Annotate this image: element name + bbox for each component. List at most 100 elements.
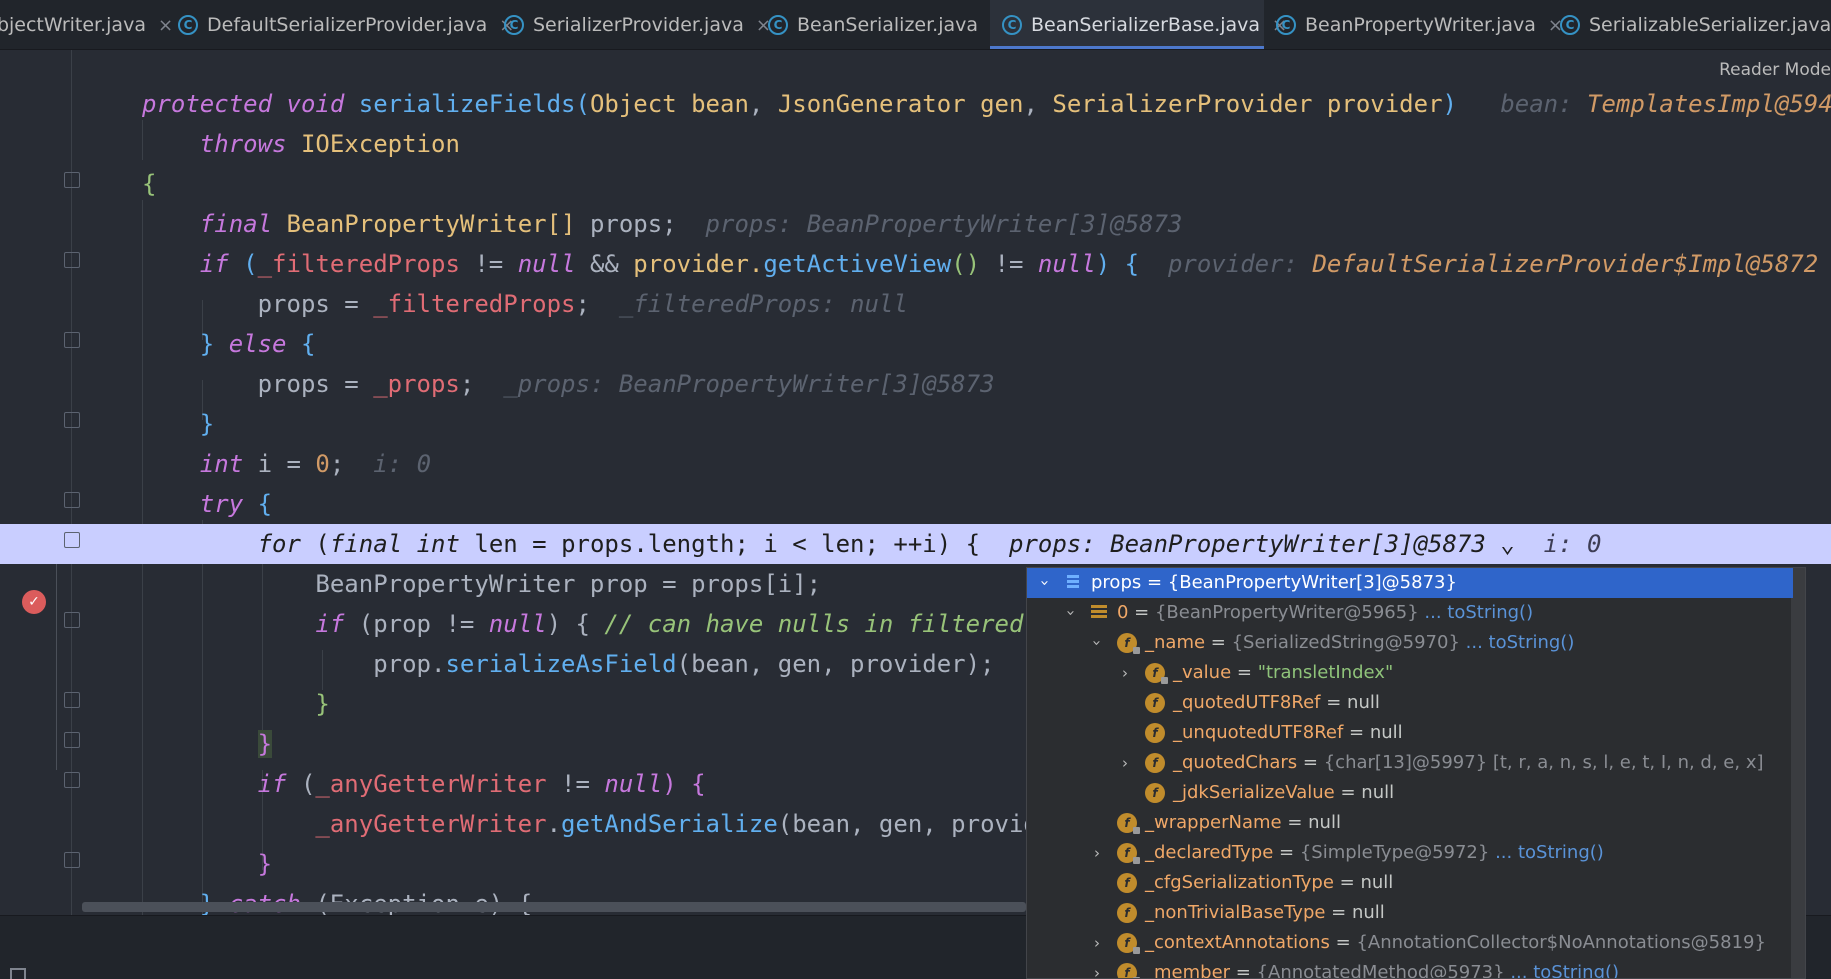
operator: && bbox=[575, 250, 634, 278]
brace: { bbox=[286, 330, 316, 358]
tab-label: SerializableSerializer.java bbox=[1589, 14, 1831, 36]
to-string-link[interactable]: ... toString() bbox=[1419, 602, 1533, 623]
param: gen bbox=[980, 90, 1024, 118]
tree-row-declared-type[interactable]: › f _declaredType = {SimpleType@5972} ..… bbox=[1027, 838, 1793, 868]
fold-marker-icon[interactable] bbox=[64, 172, 80, 188]
brace: } bbox=[315, 690, 330, 718]
array-element-icon bbox=[1091, 605, 1107, 621]
tree-row-context-annotations[interactable]: › f _contextAnnotations = {AnnotationCol… bbox=[1027, 928, 1793, 958]
field-icon: f bbox=[1117, 633, 1140, 654]
tab-object-writer[interactable]: ObjectWriter.java × bbox=[0, 0, 173, 49]
brace: { bbox=[142, 170, 157, 198]
fold-marker-icon[interactable] bbox=[64, 332, 80, 348]
tab-label: DefaultSerializerProvider.java bbox=[207, 14, 488, 36]
tree-row-name[interactable]: › f _name = {SerializedString@5970} ... … bbox=[1027, 628, 1793, 658]
code-line[interactable]: final BeanPropertyWriter[] props; props:… bbox=[0, 204, 1831, 244]
code-line[interactable]: if (_filteredProps != null && provider.g… bbox=[0, 244, 1831, 284]
tree-row-wrapper-name[interactable]: f _wrapperName = null bbox=[1027, 808, 1793, 838]
java-class-icon: C bbox=[178, 15, 198, 35]
tab-bean-serializer[interactable]: C BeanSerializer.java × bbox=[768, 0, 1005, 49]
fold-marker-icon[interactable] bbox=[64, 732, 80, 748]
tree-row-quoted-utf8-ref[interactable]: f _quotedUTF8Ref = null bbox=[1027, 688, 1793, 718]
code-line[interactable]: } else { bbox=[0, 324, 1831, 364]
type: SerializerProvider bbox=[1052, 90, 1313, 118]
inline-debug-value[interactable]: props: BeanPropertyWriter[3]@5873 bbox=[1009, 530, 1486, 558]
chevron-down-icon[interactable]: › bbox=[1082, 635, 1112, 651]
popup-scrollbar[interactable] bbox=[1791, 568, 1805, 978]
variable-value: {char[13]@5997} [t, r, a, n, s, l, e, t,… bbox=[1323, 752, 1764, 773]
tab-serializer-provider[interactable]: C SerializerProvider.java × bbox=[504, 0, 771, 49]
field-icon: f bbox=[1117, 843, 1140, 864]
type: IOException bbox=[300, 130, 460, 158]
code-line[interactable]: int i = 0; i: 0 bbox=[0, 444, 1831, 484]
tree-row-index-0[interactable]: › 0 = {BeanPropertyWriter@5965} ... toSt… bbox=[1027, 598, 1793, 628]
current-execution-line[interactable]: for (final int len = props.length; i < l… bbox=[0, 524, 1831, 564]
inline-debug-value[interactable]: DefaultSerializerProvider$Impl@5872 bbox=[1312, 250, 1818, 278]
fold-marker-icon[interactable] bbox=[64, 412, 80, 428]
inline-debug-hint: props: BeanPropertyWriter[3]@5873 bbox=[705, 210, 1183, 238]
chevron-down-icon[interactable]: › bbox=[1056, 605, 1086, 621]
chevron-right-icon[interactable]: › bbox=[1089, 928, 1105, 958]
variable-name: _member bbox=[1145, 962, 1231, 979]
keyword: null bbox=[604, 770, 663, 798]
fold-marker-icon[interactable] bbox=[64, 252, 80, 268]
field-icon: f bbox=[1117, 873, 1137, 893]
code-line[interactable]: props = _props; _props: BeanPropertyWrit… bbox=[0, 364, 1831, 404]
code-line[interactable]: } bbox=[0, 404, 1831, 444]
close-icon[interactable]: × bbox=[158, 15, 173, 36]
tree-row-non-trivial-base-type[interactable]: f _nonTrivialBaseType = null bbox=[1027, 898, 1793, 928]
field-icon: f bbox=[1145, 783, 1165, 803]
code-line[interactable]: throws IOException bbox=[0, 124, 1831, 164]
to-string-link[interactable]: ... toString() bbox=[1460, 632, 1575, 653]
debugger-value-popup[interactable]: › props = {BeanPropertyWriter[3]@5873} ›… bbox=[1026, 567, 1806, 979]
breakpoint-icon[interactable]: ✓ bbox=[22, 590, 46, 614]
tab-bean-serializer-base[interactable]: C BeanSerializerBase.java × bbox=[990, 0, 1287, 49]
variable-value: null bbox=[1347, 692, 1380, 713]
tab-bean-property-writer[interactable]: C BeanPropertyWriter.java × bbox=[1276, 0, 1563, 49]
tree-row-member[interactable]: › f _member = {AnnotatedMethod@5973} ...… bbox=[1027, 958, 1793, 979]
brace: } bbox=[257, 730, 273, 758]
variable-value: {AnnotationCollector$NoAnnotations@5819} bbox=[1356, 932, 1766, 953]
param: bean bbox=[691, 90, 749, 118]
to-string-link[interactable]: ... toString() bbox=[1505, 962, 1619, 978]
fold-marker-icon[interactable] bbox=[64, 692, 80, 708]
type: Object bbox=[589, 90, 677, 118]
tree-row-cfg-serialization-type[interactable]: f _cfgSerializationType = null bbox=[1027, 868, 1793, 898]
chevron-down-icon[interactable]: › bbox=[1030, 575, 1060, 591]
horizontal-scrollbar[interactable] bbox=[82, 902, 1026, 912]
fold-marker-icon[interactable] bbox=[64, 532, 80, 548]
tree-row-unquoted-utf8-ref[interactable]: f _unquotedUTF8Ref = null bbox=[1027, 718, 1793, 748]
tree-row-value[interactable]: › f _value = "transletIndex" bbox=[1027, 658, 1793, 688]
to-string-link[interactable]: ... toString() bbox=[1489, 842, 1604, 863]
statement: BeanPropertyWriter prop = props[i]; bbox=[315, 570, 822, 598]
chevron-right-icon[interactable]: › bbox=[1089, 958, 1105, 978]
inline-debug-hint: i: 0 bbox=[373, 450, 432, 478]
variable-name: _jdkSerializeValue bbox=[1173, 782, 1335, 803]
code-line[interactable]: { bbox=[0, 164, 1831, 204]
tree-row-jdk-serialize-value[interactable]: f _jdkSerializeValue = null bbox=[1027, 778, 1793, 808]
code-line[interactable]: protected void serializeFields(Object be… bbox=[0, 84, 1831, 124]
tree-row-props[interactable]: › props = {BeanPropertyWriter[3]@5873} bbox=[1027, 568, 1793, 598]
tab-serializable-serializer[interactable]: C SerializableSerializer.java × bbox=[1560, 0, 1831, 49]
fold-marker-icon[interactable] bbox=[64, 492, 80, 508]
variable-name: _nonTrivialBaseType bbox=[1145, 902, 1326, 923]
tree-row-quoted-chars[interactable]: › f _quotedChars = {char[13]@5997} [t, r… bbox=[1027, 748, 1793, 778]
chevron-right-icon[interactable]: › bbox=[1117, 748, 1133, 778]
chevron-right-icon[interactable]: › bbox=[1089, 838, 1105, 868]
reader-mode-button[interactable]: Reader Mode bbox=[1711, 60, 1831, 80]
inline-debug-hint: _filteredProps: null bbox=[618, 290, 908, 318]
tool-window-icon[interactable] bbox=[10, 968, 26, 979]
chevron-right-icon[interactable]: › bbox=[1117, 658, 1133, 688]
code-line[interactable]: props = _filteredProps; _filteredProps: … bbox=[0, 284, 1831, 324]
fold-marker-icon[interactable] bbox=[64, 852, 80, 868]
fold-marker-icon[interactable] bbox=[64, 772, 80, 788]
tab-label: BeanSerializerBase.java bbox=[1031, 14, 1261, 36]
fold-marker-icon[interactable] bbox=[64, 612, 80, 628]
field-icon: f bbox=[1117, 903, 1137, 923]
operator: != bbox=[546, 770, 605, 798]
tab-default-serializer-provider[interactable]: C DefaultSerializerProvider.java × bbox=[178, 0, 514, 49]
field-icon: f bbox=[1117, 813, 1140, 834]
inline-debug-value[interactable]: TemplatesImpl@5949 bbox=[1587, 90, 1831, 118]
field-icon: f bbox=[1117, 933, 1140, 954]
code-line[interactable]: try { bbox=[0, 484, 1831, 524]
